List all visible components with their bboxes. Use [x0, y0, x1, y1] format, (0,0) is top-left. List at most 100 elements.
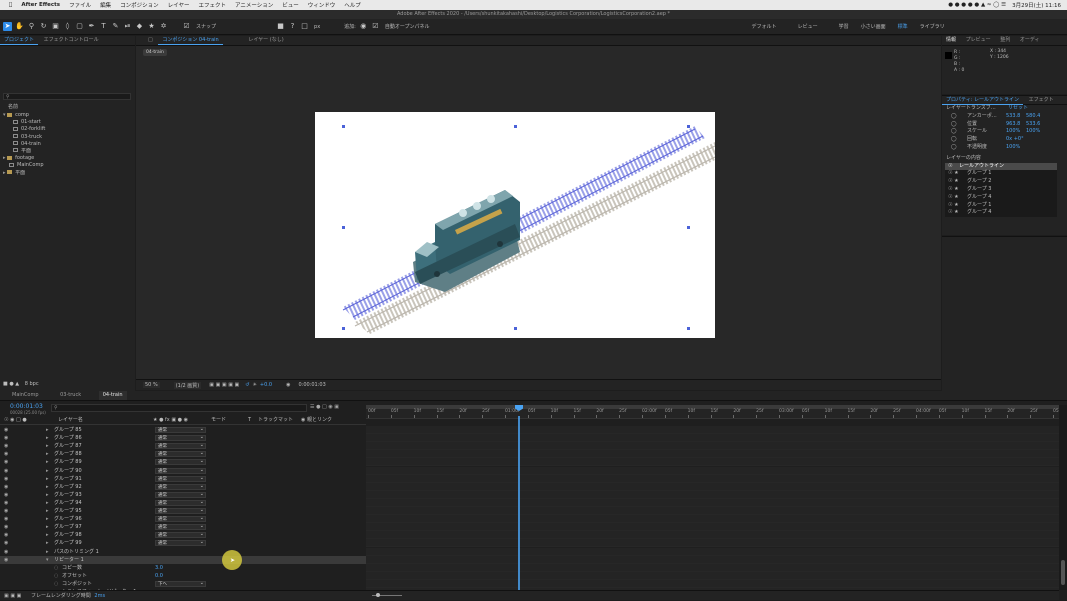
track-row[interactable]	[366, 507, 1059, 515]
layer-row[interactable]: ◉ ▸ グループ 95 通常 ⌄	[0, 507, 366, 515]
visibility-eye-icon[interactable]: ◉	[4, 515, 8, 523]
stopwatch-icon[interactable]: ◌	[54, 580, 58, 588]
track-row[interactable]	[366, 466, 1059, 475]
track-row[interactable]	[366, 490, 1059, 499]
transform-handle[interactable]	[342, 327, 345, 330]
expand-triangle-icon[interactable]: ▸	[46, 434, 49, 442]
expand-triangle-icon[interactable]: ▸	[46, 507, 49, 515]
transform-handle[interactable]	[687, 125, 690, 128]
blend-mode-select[interactable]: 通常 ⌄	[155, 451, 206, 458]
project-item[interactable]: 平面	[3, 148, 133, 155]
transform-handle[interactable]	[342, 125, 345, 128]
layer-name[interactable]: グループ 92	[54, 483, 82, 491]
stopwatch-icon[interactable]: ◌	[54, 564, 58, 572]
contents-item[interactable]: ☉ ★ グループ 4	[945, 209, 1057, 217]
transform-handle[interactable]	[514, 125, 517, 128]
reset-exposure-icon[interactable]: ↺	[245, 382, 249, 388]
track-row[interactable]	[366, 498, 1059, 507]
transform-handle[interactable]	[342, 226, 345, 229]
timeline-scrollbar[interactable]	[1059, 405, 1067, 590]
layer-row[interactable]: ◉ ▸ グループ 91 通常 ⌄	[0, 475, 366, 483]
clock[interactable]: 3月29日(土) 11:16	[1012, 1, 1061, 9]
rectangle-tool-icon[interactable]: ▢	[75, 22, 84, 31]
layer-row[interactable]: ◉ ▸ グループ 88 通常 ⌄	[0, 450, 366, 458]
layer-name[interactable]: グループ 85	[54, 426, 82, 434]
layer-name[interactable]: コンポジット	[62, 580, 92, 588]
visibility-eye-icon[interactable]: ◉	[4, 499, 8, 507]
col-layer-name[interactable]: レイヤー名	[58, 416, 83, 425]
menu-layer[interactable]: レイヤー	[168, 1, 190, 9]
snap-checkbox-icon[interactable]: ☑	[182, 22, 191, 31]
brush-tool-icon[interactable]: ✎	[111, 22, 120, 31]
tab-layer[interactable]: レイヤー (なし)	[244, 36, 287, 45]
hand-tool-icon[interactable]: ✋	[15, 22, 24, 31]
visibility-eye-icon[interactable]: ◉	[4, 450, 8, 458]
transform-section[interactable]: レイヤートランスフ… リセット	[942, 105, 1067, 113]
layer-name[interactable]: グループ 96	[54, 515, 82, 523]
workspace-learn[interactable]: 学習	[839, 23, 849, 30]
footer-toggle-icons[interactable]: ▣ ▣ ▣	[4, 593, 21, 599]
visibility-eye-icon[interactable]: ◉	[4, 442, 8, 450]
pan-behind-tool-icon[interactable]: ◊	[63, 22, 72, 31]
visibility-eye-icon[interactable]: ◉	[4, 507, 8, 515]
layer-row[interactable]: ◉ ▸ グループ 97 通常 ⌄	[0, 523, 366, 531]
add-label[interactable]: 追加:	[344, 23, 356, 30]
tab-maincomp[interactable]: MainComp	[8, 391, 43, 400]
layer-name[interactable]: グループ 94	[54, 499, 82, 507]
layer-row[interactable]: ◉ ▾ リピーター 1	[0, 555, 366, 564]
layer-row[interactable]: ◉ ▸ グループ 99 通常 ⌄	[0, 539, 366, 547]
zoom-select[interactable]: 50 %	[143, 382, 160, 388]
workspace-libraries[interactable]: ライブラリ	[920, 23, 945, 30]
status-icons[interactable]: ● ● ● ● ● ▲ ≈ ◯ ☰	[948, 2, 1006, 8]
zoom-slider-knob[interactable]	[376, 593, 380, 597]
menu-view[interactable]: ビュー	[282, 1, 299, 9]
stamp-tool-icon[interactable]: ⏯	[123, 22, 132, 31]
scrollbar-thumb[interactable]	[1061, 560, 1065, 585]
layer-row[interactable]: ◉ ▸ グループ 87 通常 ⌄	[0, 442, 366, 450]
layer-name[interactable]: グループ 97	[54, 523, 82, 531]
blend-mode-select[interactable]: 通常 ⌄	[155, 427, 206, 433]
menu-window[interactable]: ウィンドウ	[308, 1, 336, 9]
transform-handle[interactable]	[687, 327, 690, 330]
track-row[interactable]	[366, 579, 1059, 588]
layer-row[interactable]: ◉ ▸ グループ 90 通常 ⌄	[0, 467, 366, 475]
layer-row[interactable]: ◉ ▸ グループ 94 通常 ⌄	[0, 499, 366, 507]
blend-mode-select[interactable]: 通常 ⌄	[155, 467, 206, 474]
av-switch-icons[interactable]: ☉ ◉ □ ●	[4, 416, 27, 425]
help-icon[interactable]: ?	[288, 22, 297, 31]
layer-name[interactable]: グループ 87	[54, 442, 82, 450]
layer-name[interactable]: グループ 90	[54, 467, 82, 475]
track-row[interactable]	[366, 426, 1059, 434]
roto-tool-icon[interactable]: ★	[147, 22, 156, 31]
reset-link[interactable]: リセット	[1008, 105, 1028, 113]
project-item[interactable]: MainComp	[3, 162, 133, 169]
visibility-eye-icon[interactable]: ◉	[4, 539, 8, 547]
blend-mode-select[interactable]: 通常 ⌄	[155, 540, 206, 547]
expand-triangle-icon[interactable]: ▸	[46, 531, 49, 539]
layer-row[interactable]: ◉ ▸ グループ 92 通常 ⌄	[0, 483, 366, 491]
menu-effect[interactable]: エフェクト	[198, 1, 226, 9]
contents-item[interactable]: ☉ ★ グループ 4	[945, 194, 1057, 202]
timeline-switches[interactable]: ☰ ● □ ◉ ▣	[310, 404, 339, 410]
project-item[interactable]: 01-start	[3, 119, 133, 126]
zoom-slider[interactable]	[366, 590, 1059, 600]
expand-triangle-icon[interactable]: ▸	[46, 450, 49, 458]
comp-timecode[interactable]: 0:00:01:03	[298, 382, 325, 388]
blend-mode-select[interactable]: 通常 ⌄	[155, 483, 206, 490]
layer-name[interactable]: グループ 89	[54, 458, 82, 466]
col-switches[interactable]: ★ ● fx ▣ ● ◉	[153, 416, 188, 425]
lock-icon[interactable]: □	[144, 36, 157, 45]
layer-name[interactable]: グループ 93	[54, 491, 82, 499]
expand-triangle-icon[interactable]: ▸	[46, 475, 49, 483]
expand-triangle-icon[interactable]: ▸	[46, 467, 49, 475]
apple-icon[interactable]: 	[9, 2, 12, 8]
expand-triangle-icon[interactable]: ▸	[46, 515, 49, 523]
visibility-eye-icon[interactable]: ◉	[4, 483, 8, 491]
rotate-tool-icon[interactable]: ↻	[39, 22, 48, 31]
expand-triangle-icon[interactable]: ▸	[46, 442, 49, 450]
layer-name[interactable]: パスのトリミング 1	[54, 548, 99, 556]
puppet-tool-icon[interactable]: ✡	[159, 22, 168, 31]
track-row[interactable]	[366, 547, 1059, 556]
view-options-icon[interactable]: ▣ ▣ ▣ ▣ ▣	[209, 382, 239, 388]
tab-project[interactable]: プロジェクト	[0, 36, 39, 45]
